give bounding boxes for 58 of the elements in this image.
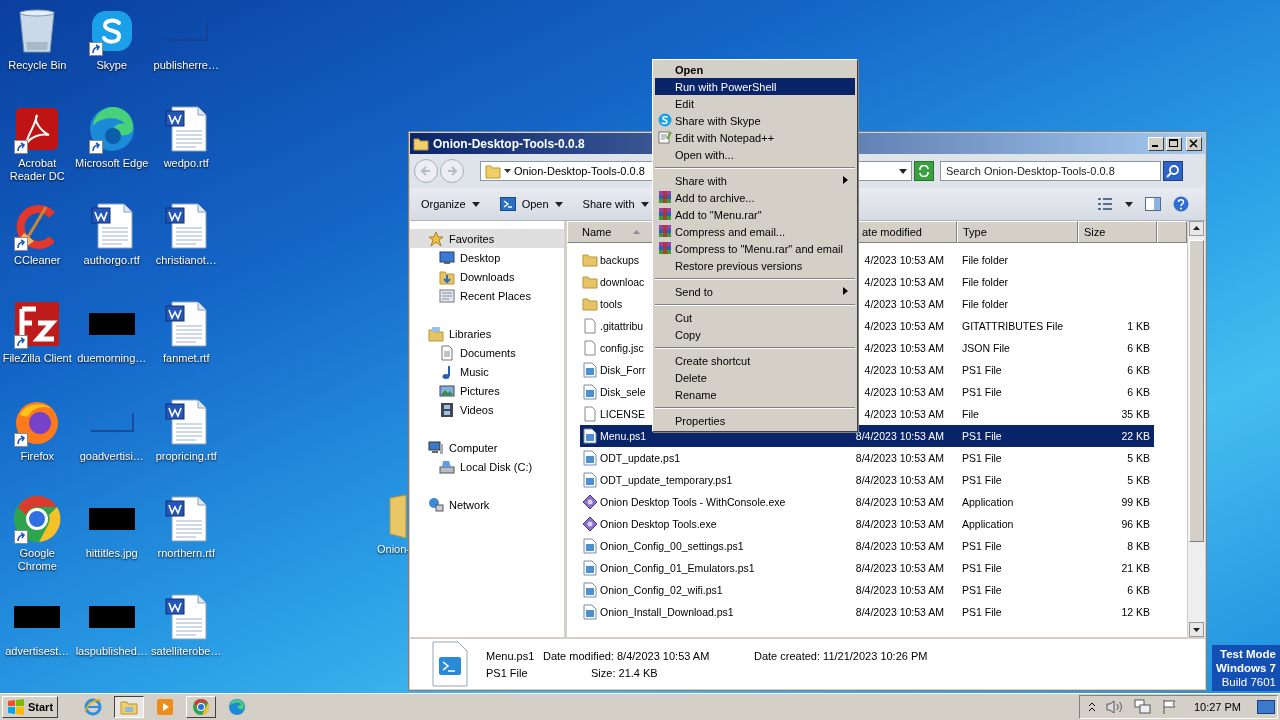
file-size-cell: 96 KB: [1121, 518, 1150, 530]
date-created-text: Date created: 11/21/2023 10:26 PM: [754, 649, 928, 662]
test-mode-text: Build 7601: [1221, 675, 1276, 689]
file-size-cell: 5 KB: [1127, 474, 1150, 486]
date-modified-cell: 4/2023 10:53 AM: [864, 386, 944, 398]
date-modified-cell: 4/2023 10:53 AM: [864, 342, 944, 354]
date-modified-cell: 4/2023 10:53 AM: [864, 276, 944, 288]
date-modified-cell: 8/4/2023 10:53 AM: [855, 518, 944, 530]
file-type-cell: Application: [962, 496, 1014, 508]
date-modified-cell: 8/4/2023 10:53 AM: [855, 452, 944, 464]
file-type-cell: PS1 File: [962, 430, 1002, 442]
file-type-cell: PS1 File: [962, 452, 1002, 464]
file-type-cell: Application: [962, 518, 1014, 530]
file-type-cell: File folder: [962, 276, 1009, 288]
date-modified-cell: 8/4/2023 10:53 AM: [855, 430, 944, 442]
file-size-cell: 6 KB: [1127, 342, 1150, 354]
file-type-cell: PS1 File: [962, 474, 1002, 486]
date-modified-cell: 8/4/2023 10:53 AM: [855, 540, 944, 552]
file-size-cell: 6 KB: [1127, 386, 1150, 398]
file-type-cell: PS1 File: [962, 562, 1002, 574]
selected-file-name: Menu.ps1: [486, 649, 536, 662]
date-modified-cell: 4/2023 10:53 AM: [864, 254, 944, 266]
file-size-text: Size: 21.4 KB: [591, 666, 658, 679]
file-type-cell: PS1 File: [962, 606, 1002, 618]
file-type-cell: JSON File: [962, 342, 1010, 354]
file-type-cell: PS1 File: [962, 386, 1002, 398]
date-modified-cell: 4/2023 10:53 AM: [864, 408, 944, 420]
file-size-cell: 5 KB: [1127, 452, 1150, 464]
test-mode-text: Windows 7: [1216, 661, 1276, 675]
file-size-cell: 6 KB: [1127, 584, 1150, 596]
file-size-cell: 1 KB: [1127, 320, 1150, 332]
file-size-cell: 99 KB: [1121, 496, 1150, 508]
date-modified-cell: 8/4/2023 10:53 AM: [855, 606, 944, 618]
address-text: Onion-Desktop-Tools-0.0.8: [514, 165, 645, 177]
file-type-cell: File folder: [962, 298, 1009, 310]
date-modified-cell: 4/2023 10:53 AM: [864, 298, 944, 310]
date-modified-cell: 8/4/2023 10:53 AM: [855, 562, 944, 574]
file-type-cell: GITATTRIBUTES File: [962, 320, 1064, 332]
file-type-cell: PS1 File: [962, 540, 1002, 552]
file-size-cell: 35 KB: [1121, 408, 1150, 420]
test-mode-text: Test Mode: [1220, 647, 1276, 661]
file-size-cell: 21 KB: [1121, 562, 1150, 574]
date-modified-cell: 4/2023 10:53 AM: [864, 320, 944, 332]
file-size-cell: 8 KB: [1127, 540, 1150, 552]
file-type-cell: File: [962, 408, 979, 420]
file-type-text: PS1 File: [486, 666, 529, 679]
date-modified-cell: 8/4/2023 10:53 AM: [855, 496, 944, 508]
file-type-cell: File folder: [962, 254, 1009, 266]
date-modified-text: Date modified: 8/4/2023 10:53 AM: [543, 649, 711, 662]
file-size-cell: 12 KB: [1121, 606, 1150, 618]
file-size-cell: 6 KB: [1127, 364, 1150, 376]
file-type-cell: PS1 File: [962, 584, 1002, 596]
file-type-cell: PS1 File: [962, 364, 1002, 376]
date-modified-cell: 8/4/2023 10:53 AM: [855, 584, 944, 596]
window-title: Onion-Desktop-Tools-0.0.8: [433, 136, 585, 151]
date-modified-cell: 4/2023 10:53 AM: [864, 364, 944, 376]
date-modified-cell: 8/4/2023 10:53 AM: [855, 474, 944, 486]
file-size-cell: 22 KB: [1121, 430, 1150, 442]
